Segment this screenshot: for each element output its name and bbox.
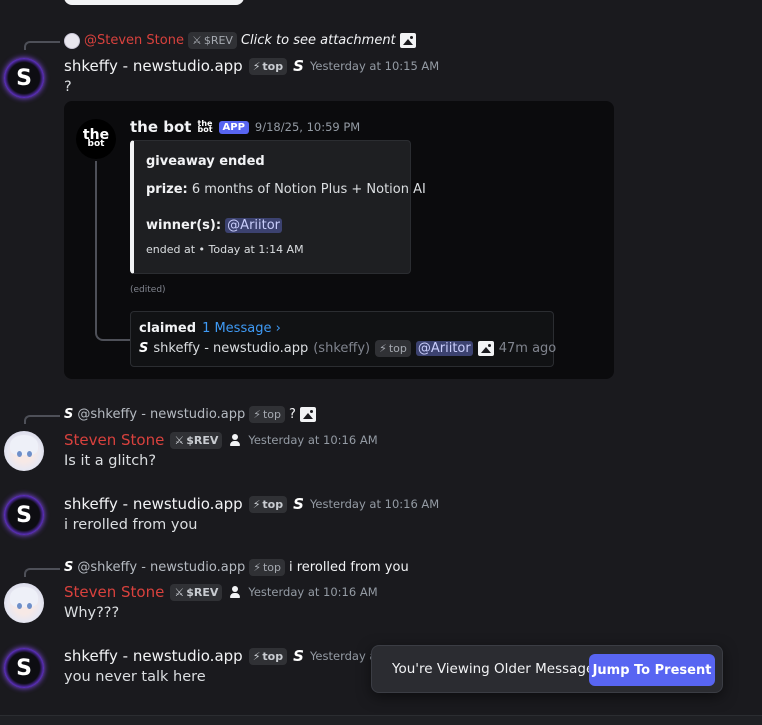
embed-title: giveaway ended (146, 154, 265, 169)
winner-mention[interactable]: @Ariitor (225, 218, 283, 233)
thread-messages-link[interactable]: 1 Message › (202, 321, 281, 336)
role-tag: ⚔ $REV (170, 583, 223, 601)
bolt-icon: ⚡ (252, 59, 261, 73)
reply-preview[interactable]: @Steven Stone ⚔ $REV Click to see attachm… (64, 32, 416, 49)
s-logo-icon: S (64, 560, 74, 575)
s-logo-icon: S (139, 341, 149, 356)
image-icon (399, 33, 416, 48)
message-header: Steven Stone ⚔ $REV Yesterday at 10:16 AM (64, 583, 378, 601)
composer-edge (0, 715, 762, 725)
username[interactable]: shkeffy - newstudio.app (64, 57, 243, 75)
role-tag: ⚡ top (248, 57, 288, 75)
person-icon (228, 433, 242, 447)
bolt-icon: ⚡ (253, 561, 261, 574)
reply-connector (24, 41, 60, 50)
reply-preview[interactable]: S @shkeffy - newstudio.app ⚡ top ? (64, 406, 316, 423)
message-text: you never talk here (64, 669, 206, 685)
message-text: ? (64, 79, 72, 95)
role-tag: ⚡ top (375, 340, 411, 357)
thread-user[interactable]: shkeffy - newstudio.app (153, 341, 308, 356)
jump-to-present-button[interactable]: Jump To Present (589, 654, 715, 686)
thread-mention[interactable]: @Ariitor (415, 341, 473, 356)
message-header: shkeffy - newstudio.app ⚡ top S Yesterday… (64, 495, 439, 513)
reply-username[interactable]: @shkeffy - newstudio.app (77, 560, 245, 575)
s-logo-icon: S (293, 647, 304, 665)
bot-avatar[interactable]: the bot (76, 119, 116, 159)
thread-handle: (shkeffy) (313, 341, 371, 356)
timestamp: Yesterday at 10:16 AM (248, 433, 378, 447)
bot-header: the bot the bot APP 9/18/25, 10:59 PM (130, 118, 360, 136)
previous-attachment-stub (64, 0, 244, 5)
role-tag: ⚔ $REV (187, 32, 237, 49)
thread-connector (95, 161, 131, 341)
image-icon (299, 407, 316, 422)
message-header: shkeffy - newstudio.app ⚡ top S Yesterday… (64, 57, 439, 75)
avatar[interactable] (4, 431, 44, 471)
reply-connector (24, 415, 60, 424)
username[interactable]: Steven Stone (64, 431, 164, 449)
bolt-icon: ⚡ (252, 497, 261, 511)
role-tag: ⚡ top (249, 406, 285, 423)
avatar[interactable]: S (4, 58, 44, 98)
older-messages-bar: You're Viewing Older Messages Jump To Pr… (371, 645, 723, 693)
reply-text[interactable]: ? (289, 407, 296, 422)
s-logo-icon: S (64, 407, 74, 422)
edited-label: (edited) (130, 285, 166, 295)
reply-avatar (64, 32, 80, 49)
avatar[interactable]: S (4, 648, 44, 688)
role-tag: ⚔ $REV (170, 431, 223, 449)
message-text: i rerolled from you (64, 517, 198, 533)
username[interactable]: shkeffy - newstudio.app (64, 495, 243, 513)
ended-at: ended at • Today at 1:14 AM (146, 243, 304, 256)
avatar[interactable]: S (4, 495, 44, 535)
older-messages-text: You're Viewing Older Messages (392, 661, 602, 677)
role-tag: ⚡ top (248, 495, 288, 513)
bolt-icon: ⚡ (252, 649, 261, 663)
s-logo-icon: S (293, 57, 304, 75)
bolt-icon: ⚡ (379, 342, 387, 355)
reply-username[interactable]: @shkeffy - newstudio.app (77, 407, 245, 422)
reply-preview[interactable]: S @shkeffy - newstudio.app ⚡ top i reroll… (64, 559, 409, 576)
sword-icon: ⚔ (191, 34, 202, 47)
message-header: shkeffy - newstudio.app ⚡ top S Yesterday… (64, 647, 392, 665)
giveaway-embed: giveaway ended prize: 6 months of Notion… (130, 140, 426, 274)
bot-name[interactable]: the bot (130, 118, 191, 136)
prize-line: prize: 6 months of Notion Plus + Notion … (146, 182, 426, 197)
avatar[interactable] (4, 583, 44, 623)
timestamp: Yesterday at 10:16 AM (248, 585, 378, 599)
bot-message-card: the bot the bot the bot APP 9/18/25, 10:5… (64, 101, 614, 379)
reply-text[interactable]: Click to see attachment (241, 33, 396, 48)
person-icon (228, 585, 242, 599)
bolt-icon: ⚡ (253, 408, 261, 421)
s-logo-icon: S (293, 495, 304, 513)
username[interactable]: shkeffy - newstudio.app (64, 647, 243, 665)
message-text: Is it a glitch? (64, 453, 157, 469)
timestamp: Yesterday at 10:16 AM (309, 497, 440, 511)
role-tag: ⚡ top (249, 559, 285, 576)
reply-username[interactable]: @Steven Stone (84, 33, 184, 48)
thread-last-message: S shkeffy - newstudio.app (shkeffy) ⚡ top… (139, 340, 556, 357)
bot-icon: the bot (197, 118, 213, 134)
thread-time: 47m ago (498, 341, 557, 356)
thread-title: claimed 1 Message › (139, 321, 281, 336)
winner-line: winner(s): @Ariitor (146, 218, 283, 233)
reply-text[interactable]: i rerolled from you (289, 560, 409, 575)
message-text: Why??? (64, 605, 120, 621)
sword-icon: ⚔ (174, 433, 185, 447)
thread-preview[interactable]: claimed 1 Message › S shkeffy - newstudio… (130, 311, 556, 367)
app-badge: APP (218, 120, 249, 134)
timestamp: Yesterday at 10:15 AM (309, 59, 440, 73)
reply-connector (24, 568, 60, 577)
image-icon (477, 341, 494, 356)
timestamp: 9/18/25, 10:59 PM (254, 120, 361, 134)
message-header: Steven Stone ⚔ $REV Yesterday at 10:16 AM (64, 431, 378, 449)
role-tag: ⚡ top (248, 647, 288, 665)
sword-icon: ⚔ (174, 585, 185, 599)
username[interactable]: Steven Stone (64, 583, 164, 601)
